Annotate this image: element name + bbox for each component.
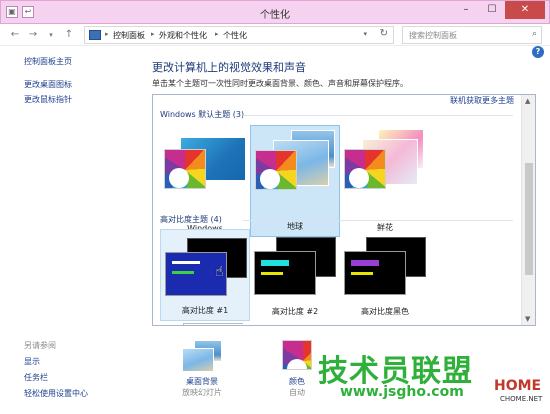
page-description: 单击某个主题可一次性同时更改桌面背景、颜色、声音和屏幕保护程序。 — [152, 79, 408, 88]
help-icon[interactable]: ? — [532, 46, 544, 58]
breadcrumb-separator: ▸ — [105, 30, 109, 38]
theme-name: 高对比度黑色 — [361, 307, 409, 316]
windows-themes-heading: Windows 默认主题 (3) — [160, 110, 245, 119]
hcblack-window-preview — [344, 251, 406, 295]
watermark-url: www.jsgho.com — [340, 384, 464, 400]
get-more-themes-link[interactable]: 联机获取更多主题 — [450, 95, 514, 106]
color-sub: 自动 — [289, 388, 305, 397]
breadcrumb-personalization[interactable]: 个性化 — [223, 30, 247, 41]
hc2-window-preview — [254, 251, 316, 295]
page-title: 更改计算机上的视觉效果和声音 — [152, 61, 306, 74]
see-also-display[interactable]: 显示 — [24, 356, 40, 367]
theme-list-scrollbar[interactable]: ▲ ▼ — [521, 95, 535, 325]
scrollbar-thumb[interactable] — [525, 163, 533, 275]
hc2-bar-2 — [261, 272, 283, 275]
desktop-background-item[interactable]: 桌面背景 放映幻灯片 — [172, 376, 232, 398]
see-also-ease-of-access[interactable]: 轻松使用设置中心 — [24, 388, 88, 399]
divider — [243, 220, 513, 221]
address-bar[interactable]: ▸ 控制面板 ▸ 外观和个性化 ▸ 个性化 ▾ ↻ — [84, 26, 394, 44]
sidebar-home-link[interactable]: 控制面板主页 — [24, 56, 72, 67]
hcblack-bar-2 — [351, 272, 373, 275]
search-input[interactable]: 搜索控制面板 — [409, 30, 457, 41]
theme-tile-high-contrast-black[interactable]: 高对比度黑色 — [340, 229, 430, 321]
minimize-button[interactable]: – — [453, 1, 479, 19]
hcblack-bar-1 — [351, 260, 379, 266]
next-theme-tile-partial — [183, 323, 243, 325]
theme-name: 高对比度 #1 — [181, 306, 229, 315]
color-fan-icon — [255, 150, 297, 190]
theme-tile-high-contrast-2[interactable]: 高对比度 #2 — [250, 229, 340, 321]
divider — [243, 115, 513, 116]
forward-button[interactable]: → — [26, 28, 40, 42]
sidebar-change-desktop-icons[interactable]: 更改桌面图标 — [24, 79, 72, 90]
theme-tile-high-contrast-1[interactable]: ☝ 高对比度 #1 — [160, 229, 250, 321]
color-fan-icon — [344, 149, 386, 189]
theme-name: 高对比度 #2 — [271, 307, 319, 316]
breadcrumb-control-panel[interactable]: 控制面板 — [113, 30, 145, 41]
close-button[interactable]: ✕ — [505, 1, 545, 19]
breadcrumb-separator: ▸ — [151, 30, 155, 38]
recent-locations-dropdown[interactable]: ▾ — [44, 28, 58, 42]
watermark-logo-sub: CHOME.NET — [500, 395, 543, 403]
high-contrast-themes-heading: 高对比度主题 (4) — [160, 215, 222, 224]
desktop-background-label[interactable]: 桌面背景 — [172, 376, 232, 387]
hc1-bar-1 — [172, 261, 200, 264]
watermark-logo: HOME — [494, 378, 542, 394]
sidebar: 控制面板主页 更改桌面图标 更改鼠标指针 另请参阅 显示 任务栏 轻松使用设置中… — [0, 46, 148, 414]
desktop-background-icon[interactable] — [180, 340, 222, 372]
bg-thumb-front — [182, 348, 214, 372]
scroll-up-icon[interactable]: ▲ — [525, 97, 530, 105]
up-button[interactable]: ↑ — [62, 28, 76, 42]
hc1-bar-2 — [172, 271, 194, 274]
address-dropdown-icon[interactable]: ▾ — [363, 30, 367, 38]
search-icon[interactable]: ⌕ — [532, 29, 537, 39]
back-button[interactable]: ← — [8, 28, 22, 42]
see-also-heading: 另请参阅 — [24, 341, 56, 350]
maximize-button[interactable]: ☐ — [479, 1, 505, 19]
window-controls: – ☐ ✕ — [453, 1, 545, 19]
hc2-bar-1 — [261, 260, 289, 266]
hand-cursor-icon: ☝ — [215, 264, 224, 280]
color-item[interactable]: 颜色 自动 — [270, 376, 324, 398]
scroll-down-icon[interactable]: ▼ — [525, 315, 530, 323]
search-box[interactable]: 搜索控制面板 ⌕ — [402, 26, 542, 44]
color-label[interactable]: 颜色 — [270, 376, 324, 387]
refresh-icon[interactable]: ↻ — [380, 28, 388, 39]
navigation-bar: ← → ▾ ↑ ▸ 控制面板 ▸ 外观和个性化 ▸ 个性化 ▾ ↻ 搜索控制面板… — [0, 24, 550, 46]
control-panel-icon — [89, 30, 101, 40]
theme-list-panel: 联机获取更多主题 Windows 默认主题 (3) Windows 地球 鲜花 … — [152, 94, 536, 326]
title-bar: ▣ ↩ 个性化 – ☐ ✕ — [0, 0, 550, 24]
breadcrumb-separator: ▸ — [215, 30, 219, 38]
color-fan-icon — [164, 149, 206, 189]
breadcrumb-appearance[interactable]: 外观和个性化 — [159, 30, 207, 41]
sidebar-change-mouse-pointers[interactable]: 更改鼠标指针 — [24, 94, 72, 105]
see-also-taskbar[interactable]: 任务栏 — [24, 372, 48, 383]
desktop-background-sub: 放映幻灯片 — [182, 388, 222, 397]
color-icon[interactable] — [282, 340, 312, 370]
